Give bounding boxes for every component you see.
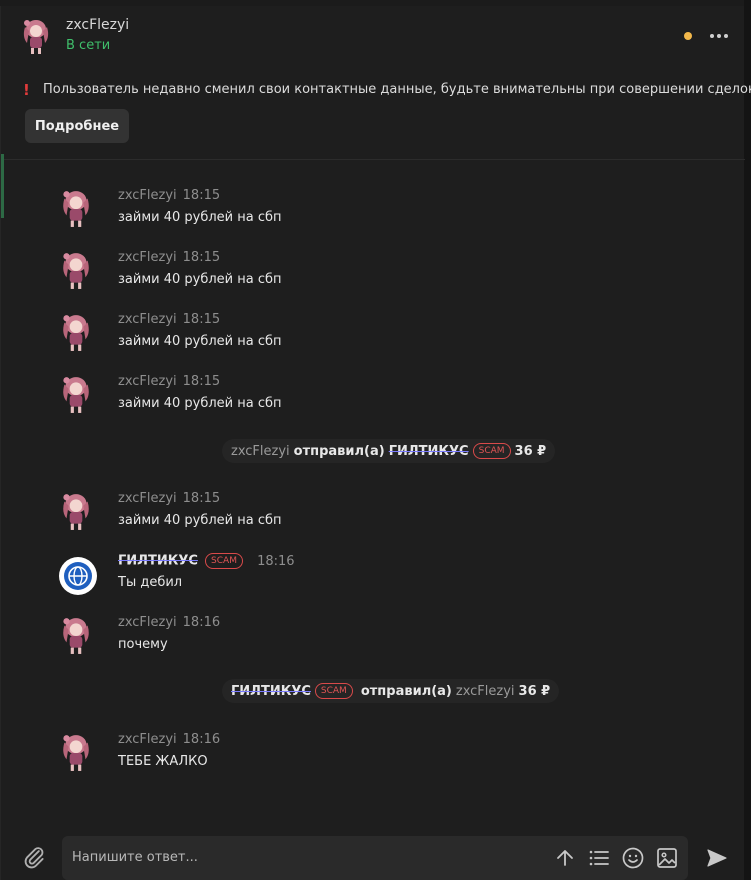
message-time: 18:15 — [182, 250, 221, 265]
message-time: 18:16 — [257, 553, 295, 569]
message-item[interactable]: zxcFlezyi 18:15 займи 40 рублей на сбп — [1, 374, 745, 422]
message-text: займи 40 рублей на сбп — [118, 210, 282, 225]
message-avatar[interactable] — [58, 374, 94, 414]
message-text: займи 40 рублей на сбп — [118, 396, 282, 411]
message-text: почему — [118, 637, 168, 652]
paperclip-icon[interactable] — [21, 844, 47, 870]
message-input-placeholder: Напишите ответ... — [72, 850, 198, 865]
more-options-icon[interactable] — [706, 24, 732, 48]
transfer-notice: zxcFlezyi отправил(а) ГИЛТИКУС SCAM 36 ₽ — [222, 439, 556, 463]
user-avatar[interactable] — [19, 17, 53, 55]
details-button[interactable]: Подробнее — [25, 109, 129, 143]
transfer-notice: ГИЛТИКУС SCAM отправил(а) zxcFlezyi 36 ₽ — [222, 679, 560, 703]
presence-dot-icon — [684, 32, 692, 40]
scam-badge: SCAM — [314, 683, 353, 699]
message-item[interactable]: zxcFlezyi 18:15 займи 40 рублей на сбп — [1, 250, 745, 298]
transfer-sender[interactable]: zxcFlezyi — [231, 444, 290, 459]
message-author[interactable]: zxcFlezyi — [118, 615, 177, 630]
message-avatar[interactable] — [58, 491, 94, 531]
message-time: 18:16 — [182, 732, 221, 747]
smile-icon[interactable] — [621, 846, 645, 870]
message-time: 18:15 — [182, 374, 221, 389]
transfer-action: отправил(а) — [293, 443, 385, 459]
send-icon[interactable] — [705, 846, 729, 870]
transfer-recipient[interactable]: ГИЛТИКУС — [389, 444, 469, 459]
contact-change-warning: ! Пользователь недавно сменил свои конта… — [1, 64, 751, 160]
window-edge — [744, 0, 751, 880]
chat-title[interactable]: zxcFlezyi — [66, 17, 129, 33]
message-time: 18:15 — [182, 491, 221, 506]
transfer-amount: 36 ₽ — [518, 683, 551, 699]
message-author[interactable]: zxcFlezyi — [118, 732, 177, 747]
transfer-action: отправил(а) — [360, 683, 452, 699]
message-author[interactable]: zxcFlezyi — [118, 250, 177, 265]
message-avatar[interactable] — [58, 250, 94, 290]
transfer-sender[interactable]: ГИЛТИКУС — [231, 684, 311, 699]
transfer-recipient[interactable]: zxcFlezyi — [456, 684, 515, 699]
online-status: В сети — [66, 38, 111, 53]
message-text: ТЕБЕ ЖАЛКО — [118, 754, 208, 769]
message-item[interactable]: ГИЛТИКУС SCAM 18:16 Ты дебил — [1, 553, 745, 601]
message-author[interactable]: zxcFlezyi — [118, 491, 177, 506]
list-icon[interactable] — [587, 846, 611, 870]
message-time: 18:15 — [182, 312, 221, 327]
scam-badge: SCAM — [472, 443, 511, 459]
message-avatar[interactable] — [58, 615, 94, 655]
message-item[interactable]: zxcFlezyi 18:15 займи 40 рублей на сбп — [1, 491, 745, 539]
message-text: займи 40 рублей на сбп — [118, 272, 282, 287]
message-author[interactable]: ГИЛТИКУС — [118, 554, 198, 569]
transfer-amount: 36 ₽ — [514, 443, 547, 459]
message-avatar[interactable] — [58, 188, 94, 228]
message-text: Ты дебил — [118, 575, 183, 590]
message-author[interactable]: zxcFlezyi — [118, 374, 177, 389]
warning-text: Пользователь недавно сменил свои контакт… — [43, 82, 751, 97]
message-avatar[interactable] — [58, 732, 94, 772]
message-time: 18:16 — [182, 615, 221, 630]
message-author[interactable]: zxcFlezyi — [118, 188, 177, 203]
chat-header: zxcFlezyi В сети — [1, 6, 745, 64]
message-avatar[interactable] — [58, 312, 94, 352]
chat-window: zxcFlezyi В сети ! Пользователь недавно … — [0, 6, 751, 880]
message-text: займи 40 рублей на сбп — [118, 513, 282, 528]
message-author[interactable]: zxcFlezyi — [118, 312, 177, 327]
composer: Напишите ответ... — [1, 824, 745, 880]
globe-avatar-icon[interactable] — [58, 556, 97, 596]
arrow-up-icon[interactable] — [553, 846, 577, 870]
message-item[interactable]: zxcFlezyi 18:16 ТЕБЕ ЖАЛКО — [1, 732, 745, 780]
message-text: займи 40 рублей на сбп — [118, 334, 282, 349]
exclamation-icon: ! — [23, 81, 30, 99]
message-input[interactable]: Напишите ответ... — [62, 836, 688, 880]
scam-badge: SCAM — [205, 553, 243, 569]
message-item[interactable]: zxcFlezyi 18:15 займи 40 рублей на сбп — [1, 312, 745, 360]
message-time: 18:15 — [182, 188, 221, 203]
message-item[interactable]: zxcFlezyi 18:15 займи 40 рублей на сбп — [1, 188, 745, 236]
message-list[interactable]: zxcFlezyi 18:15 займи 40 рублей на сбп zx… — [1, 160, 745, 820]
message-item[interactable]: zxcFlezyi 18:16 почему — [1, 615, 745, 663]
image-icon[interactable] — [655, 846, 679, 870]
